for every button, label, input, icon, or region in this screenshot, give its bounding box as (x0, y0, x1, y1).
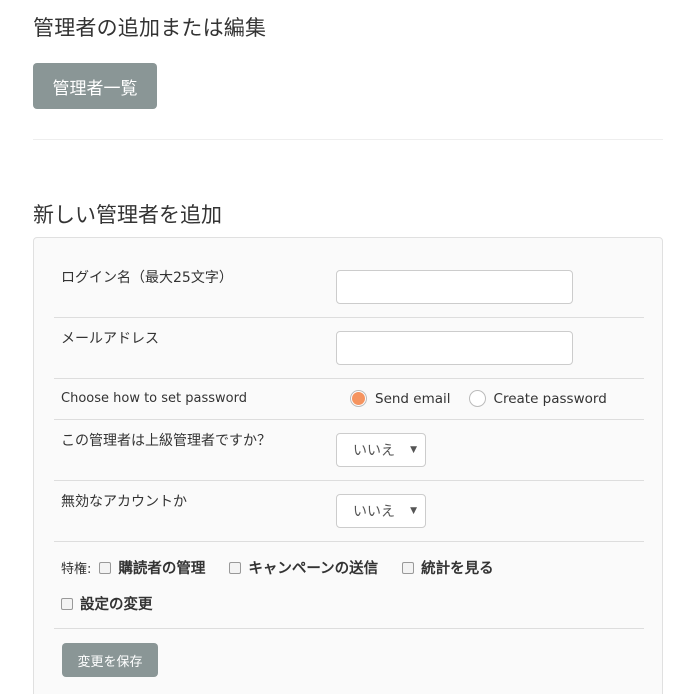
view-stats-label: 統計を見る (421, 561, 494, 577)
section-title: 新しい管理者を追加 (33, 203, 222, 227)
send-email-label: Send email (375, 390, 451, 407)
create-password-label: Create password (493, 390, 607, 407)
radio-dot (352, 392, 365, 405)
privilege-view-stats[interactable]: 統計を見る (402, 557, 494, 578)
divider (33, 139, 663, 140)
add-admin-form-panel: ログイン名（最大25文字） メールアドレス Choose how to set … (33, 237, 663, 694)
create-password-radio[interactable] (468, 390, 486, 407)
login-name-input[interactable] (336, 270, 573, 304)
privilege-send-campaigns[interactable]: キャンペーンの送信 (229, 557, 378, 578)
email-label: メールアドレス (61, 331, 159, 347)
change-settings-label: 設定の変更 (80, 597, 153, 613)
page-title: 管理者の追加または編集 (33, 16, 267, 40)
privileges-line-1: 特権: 購読者の管理 キャンペーンの送信 統計を見る (61, 557, 494, 578)
password-method-radio-group: Send email Create password (350, 390, 625, 407)
change-settings-checkbox[interactable] (61, 597, 73, 610)
login-name-row: ログイン名（最大25文字） (54, 238, 644, 318)
privileges-row: 特権: 購読者の管理 キャンペーンの送信 統計を見る 設定の変更 (54, 542, 644, 629)
send-campaigns-checkbox[interactable] (229, 561, 242, 574)
password-method-row: Choose how to set password Send email Cr… (54, 379, 644, 420)
disabled-account-label: 無効なアカウントか (61, 494, 187, 510)
chevron-down-icon: ▼ (410, 506, 417, 516)
super-admin-label: この管理者は上級管理者ですか？ (61, 433, 271, 449)
manage-subscribers-checkbox[interactable] (99, 561, 112, 574)
privilege-change-settings[interactable]: 設定の変更 (61, 593, 153, 614)
send-email-option[interactable]: Send email (350, 390, 451, 407)
manage-subscribers-label: 購読者の管理 (118, 561, 206, 577)
chevron-down-icon: ▼ (410, 445, 417, 455)
super-admin-row: この管理者は上級管理者ですか？ いいえ ▼ (54, 420, 644, 481)
email-input[interactable] (336, 331, 573, 365)
admin-list-button[interactable]: 管理者一覧 (33, 63, 157, 109)
email-row: メールアドレス (54, 318, 644, 379)
super-admin-select-value: いいえ (353, 443, 395, 459)
login-name-label: ログイン名（最大25文字） (61, 270, 233, 286)
save-changes-button[interactable]: 変更を保存 (62, 643, 158, 677)
send-campaigns-label: キャンペーンの送信 (248, 561, 379, 577)
disabled-account-select-value: いいえ (353, 504, 395, 520)
password-method-label: Choose how to set password (61, 391, 247, 406)
create-password-option[interactable]: Create password (468, 390, 607, 407)
privileges-line-2: 設定の変更 (61, 593, 153, 614)
privilege-manage-subscribers[interactable]: 購読者の管理 (99, 557, 205, 578)
disabled-account-select[interactable]: いいえ ▼ (336, 494, 426, 528)
privileges-label: 特権: (61, 562, 92, 577)
disabled-account-row: 無効なアカウントか いいえ ▼ (54, 481, 644, 542)
super-admin-select[interactable]: いいえ ▼ (336, 433, 426, 467)
view-stats-checkbox[interactable] (402, 561, 415, 574)
send-email-radio[interactable] (350, 390, 367, 407)
